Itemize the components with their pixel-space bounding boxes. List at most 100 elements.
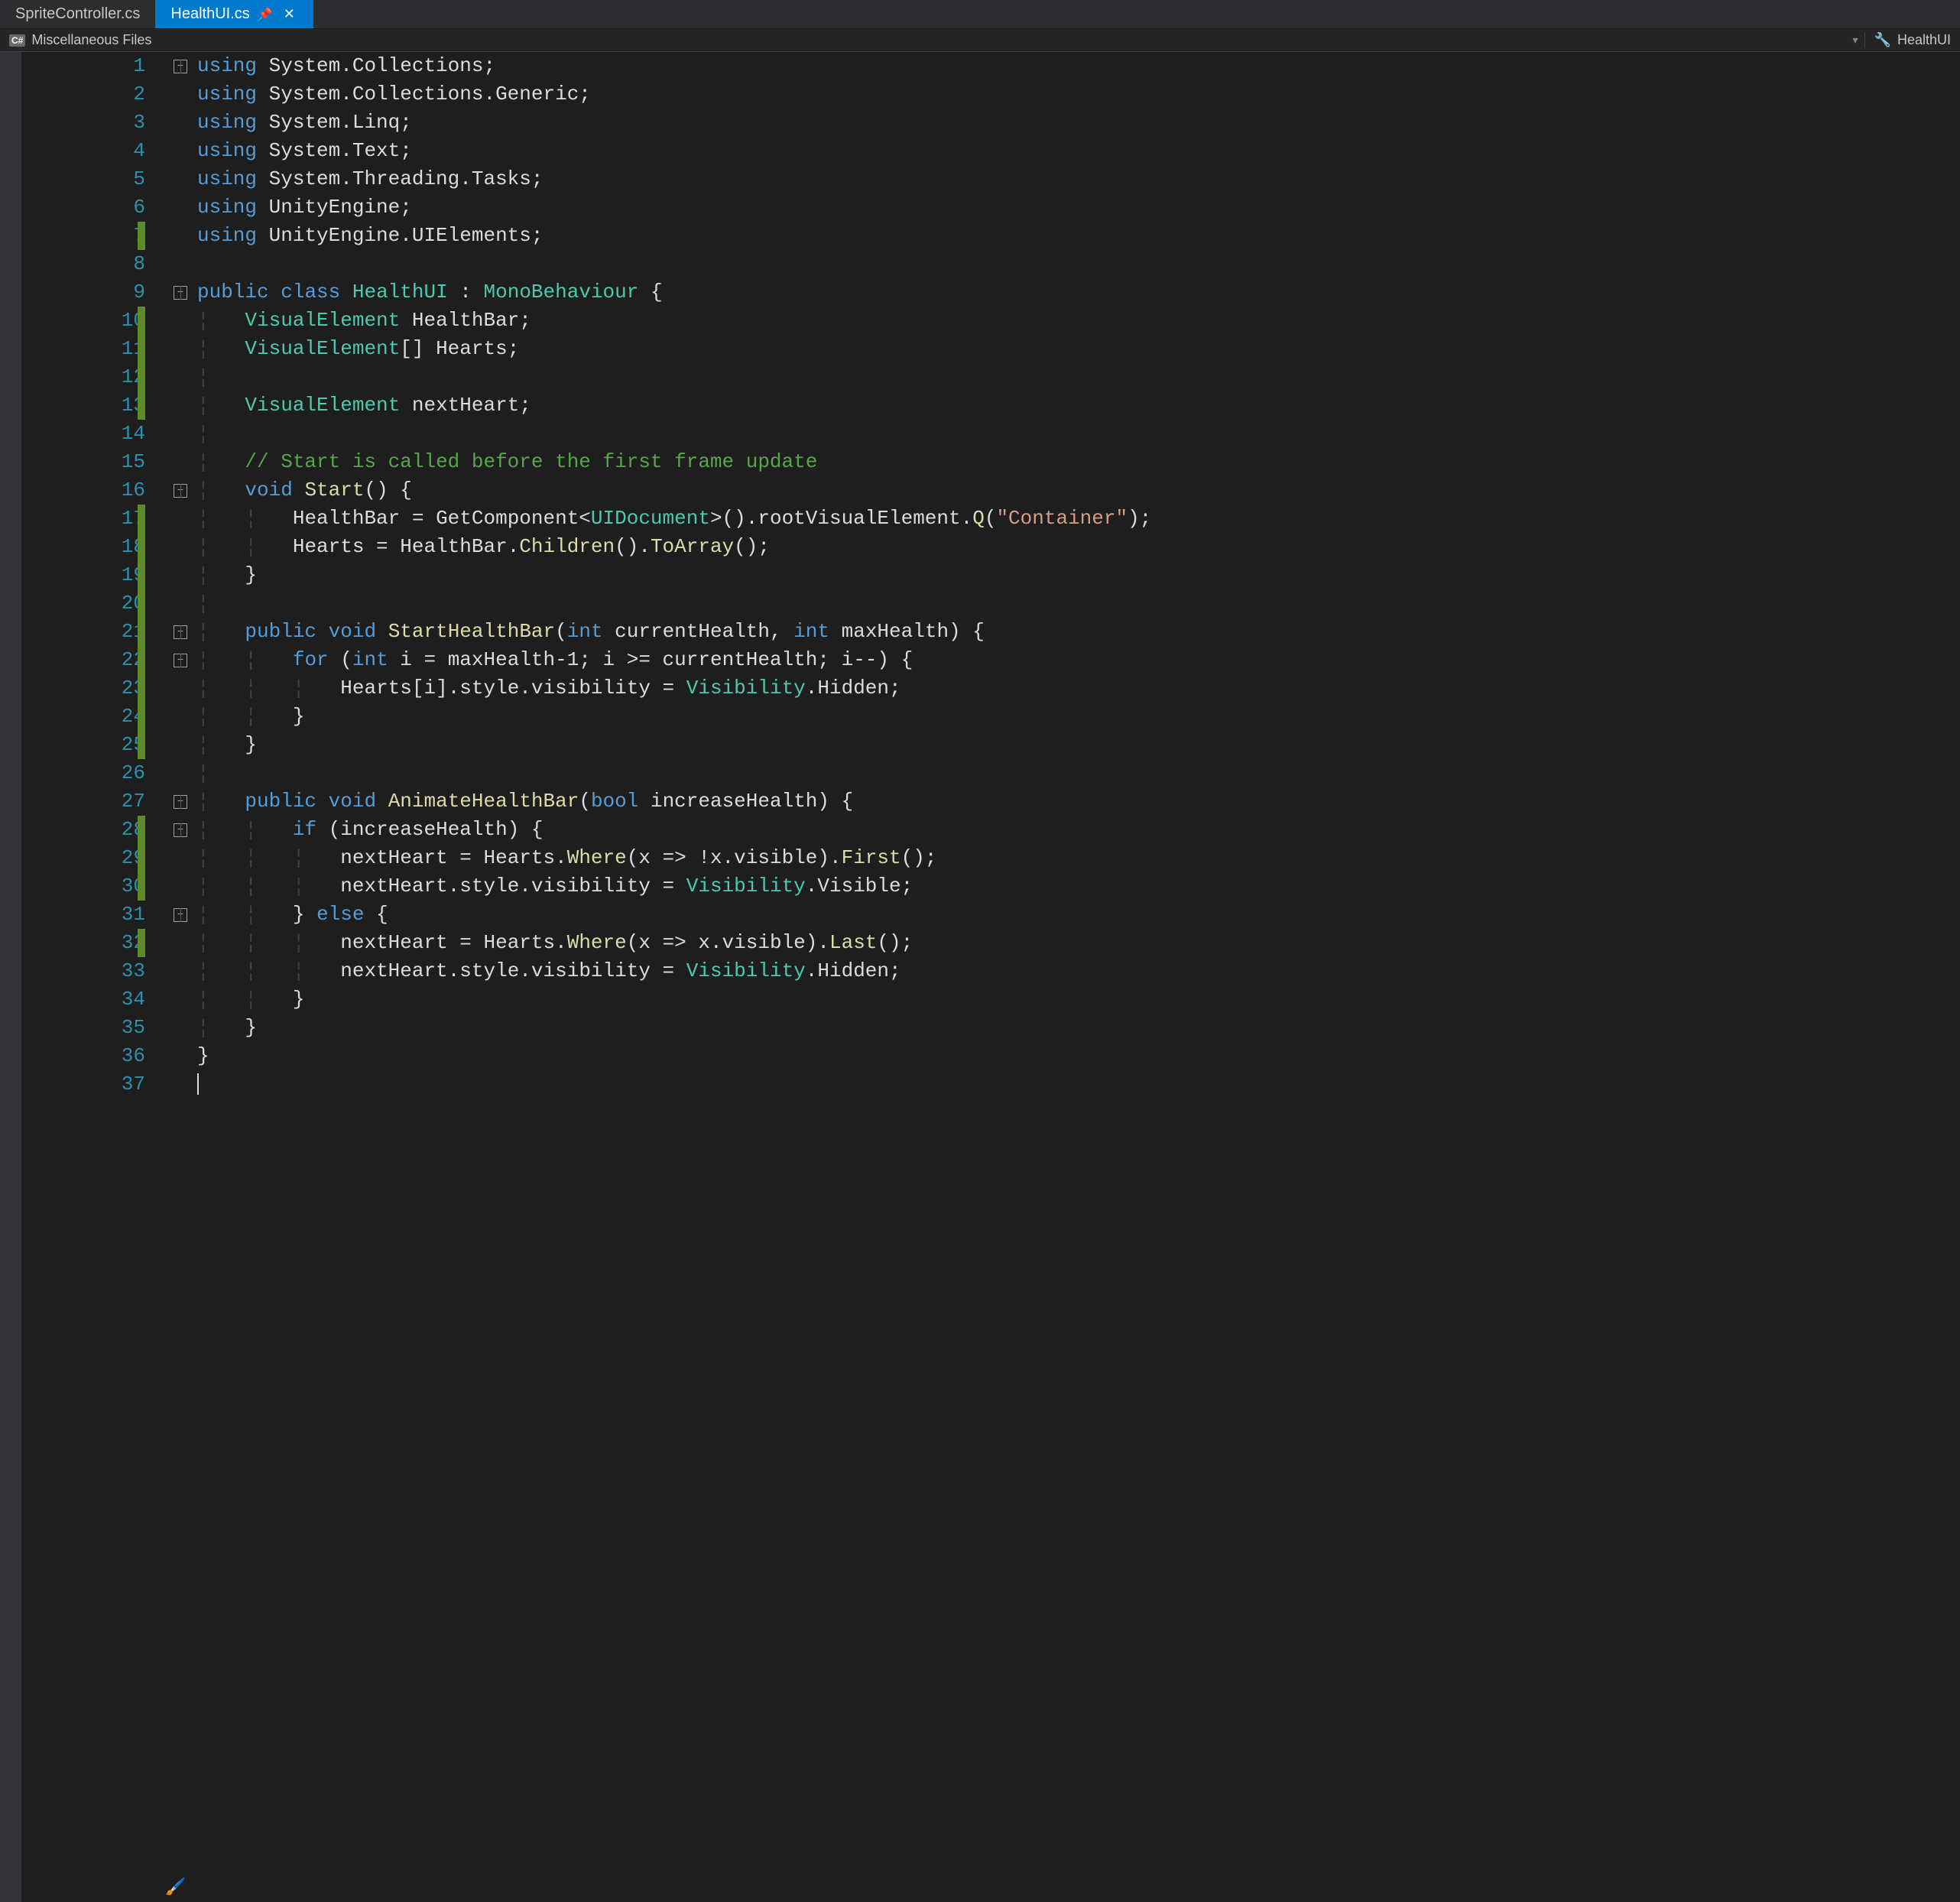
tab-bar: SpriteController.cs HealthUI.cs 📌 ✕ bbox=[0, 0, 1960, 29]
tab-label: SpriteController.cs bbox=[15, 5, 140, 23]
code-line[interactable]: ¦ bbox=[167, 420, 1960, 448]
code-text: ¦ ¦ } bbox=[194, 703, 304, 731]
code-line[interactable]: ¦ ¦ ¦ nextHeart = Hearts.Where(x => !x.v… bbox=[167, 844, 1960, 872]
code-line[interactable]: using System.Collections.Generic; bbox=[167, 80, 1960, 109]
code-text: ¦ VisualElement[] Hearts; bbox=[194, 335, 519, 363]
code-line[interactable]: ¦ ¦ HealthBar = GetComponent<UIDocument>… bbox=[167, 505, 1960, 533]
change-marker bbox=[138, 561, 145, 589]
code-text: ¦ VisualElement HealthBar; bbox=[194, 307, 531, 335]
code-text: ¦ ¦ if (increaseHealth) { bbox=[194, 816, 544, 844]
line-number: 34 bbox=[21, 985, 145, 1014]
code-text: ¦ ¦ } bbox=[194, 985, 304, 1014]
change-marker bbox=[138, 872, 145, 901]
code-line[interactable]: ¦ ¦ ¦ nextHeart = Hearts.Where(x => x.vi… bbox=[167, 929, 1960, 957]
lightbulb-icon[interactable]: 🖌️ bbox=[165, 1878, 186, 1897]
tab-health-ui[interactable]: HealthUI.cs 📌 ✕ bbox=[155, 0, 313, 28]
code-line[interactable]: ¦ ¦ ¦ Hearts[i].style.visibility = Visib… bbox=[167, 674, 1960, 703]
code-text: ¦ bbox=[194, 420, 209, 448]
code-line[interactable]: ¦ ¦ } bbox=[167, 703, 1960, 731]
code-line[interactable]: −¦ public void AnimateHealthBar(bool inc… bbox=[167, 787, 1960, 816]
code-text: ¦ ¦ } else { bbox=[194, 901, 388, 929]
line-number: 22 bbox=[21, 646, 145, 674]
code-line[interactable]: ¦ } bbox=[167, 1014, 1960, 1042]
line-number: 28 bbox=[21, 816, 145, 844]
code-line[interactable]: ¦ ¦ Hearts = HealthBar.Children().ToArra… bbox=[167, 533, 1960, 561]
code-text: ¦ VisualElement nextHeart; bbox=[194, 391, 531, 420]
code-line[interactable]: } bbox=[167, 1042, 1960, 1070]
chevron-down-icon: ▾ bbox=[1853, 34, 1858, 47]
margin-strip bbox=[0, 52, 21, 1902]
code-line[interactable]: ¦ // Start is called before the first fr… bbox=[167, 448, 1960, 476]
code-text: ¦ } bbox=[194, 731, 257, 759]
code-line[interactable]: using UnityEngine; bbox=[167, 193, 1960, 222]
change-marker bbox=[138, 589, 145, 618]
code-text: ¦ // Start is called before the first fr… bbox=[194, 448, 817, 476]
code-line[interactable]: ¦ } bbox=[167, 561, 1960, 589]
line-number: 31 bbox=[21, 901, 145, 929]
line-number: 32 bbox=[21, 929, 145, 957]
change-marker bbox=[138, 618, 145, 646]
line-number: 11 bbox=[21, 335, 145, 363]
code-line[interactable]: −using System.Collections; bbox=[167, 52, 1960, 80]
pin-icon[interactable]: 📌 bbox=[258, 7, 273, 22]
code-text: using System.Text; bbox=[194, 137, 412, 165]
code-line[interactable]: −¦ ¦ for (int i = maxHealth-1; i >= curr… bbox=[167, 646, 1960, 674]
code-text: public class HealthUI : MonoBehaviour { bbox=[194, 278, 663, 307]
code-line[interactable]: −public class HealthUI : MonoBehaviour { bbox=[167, 278, 1960, 307]
code-line[interactable]: ¦ } bbox=[167, 731, 1960, 759]
tab-sprite-controller[interactable]: SpriteController.cs bbox=[0, 0, 155, 28]
code-text: using System.Collections; bbox=[194, 52, 495, 80]
code-text: ¦ ¦ Hearts = HealthBar.Children().ToArra… bbox=[194, 533, 770, 561]
code-text: ¦ } bbox=[194, 1014, 257, 1042]
code-text: ¦ bbox=[194, 589, 209, 618]
line-number: 12 bbox=[21, 363, 145, 391]
code-line[interactable]: ¦ VisualElement HealthBar; bbox=[167, 307, 1960, 335]
code-area[interactable]: −using System.Collections;using System.C… bbox=[167, 52, 1960, 1902]
line-number: 16 bbox=[21, 476, 145, 505]
code-line[interactable]: using UnityEngine.UIElements; bbox=[167, 222, 1960, 250]
code-line[interactable]: ¦ VisualElement[] Hearts; bbox=[167, 335, 1960, 363]
code-line[interactable]: ¦ VisualElement nextHeart; bbox=[167, 391, 1960, 420]
line-number: 30 bbox=[21, 872, 145, 901]
code-line[interactable]: ¦ ¦ } bbox=[167, 985, 1960, 1014]
code-text: ¦ } bbox=[194, 561, 257, 589]
code-text: } bbox=[194, 1042, 209, 1070]
code-line[interactable]: using System.Text; bbox=[167, 137, 1960, 165]
change-marker bbox=[138, 222, 145, 250]
cs-file-icon: C# bbox=[9, 34, 25, 47]
code-text: using System.Threading.Tasks; bbox=[194, 165, 543, 193]
line-number: 23 bbox=[21, 674, 145, 703]
change-marker bbox=[138, 731, 145, 759]
code-text: ¦ ¦ ¦ nextHeart.style.visibility = Visib… bbox=[194, 957, 901, 985]
code-line[interactable]: −¦ void Start() { bbox=[167, 476, 1960, 505]
close-icon[interactable]: ✕ bbox=[281, 6, 298, 22]
line-number: 7 bbox=[21, 222, 145, 250]
code-line[interactable]: ¦ ¦ ¦ nextHeart.style.visibility = Visib… bbox=[167, 872, 1960, 901]
code-editor[interactable]: 1234567891011121314151617181920212223242… bbox=[0, 52, 1960, 1902]
code-line[interactable]: −¦ public void StartHealthBar(int curren… bbox=[167, 618, 1960, 646]
change-marker bbox=[138, 674, 145, 703]
line-number: 10 bbox=[21, 307, 145, 335]
code-line[interactable]: using System.Linq; bbox=[167, 109, 1960, 137]
code-text: ¦ void Start() { bbox=[194, 476, 412, 505]
code-line[interactable]: ¦ bbox=[167, 363, 1960, 391]
line-number: 26 bbox=[21, 759, 145, 787]
code-text bbox=[194, 1070, 199, 1099]
change-marker bbox=[138, 703, 145, 731]
context-dropdown-left[interactable]: C# Miscellaneous Files ▾ bbox=[0, 32, 1864, 48]
code-line[interactable]: −¦ ¦ } else { bbox=[167, 901, 1960, 929]
line-number: 27 bbox=[21, 787, 145, 816]
context-right-label: HealthUI bbox=[1897, 32, 1951, 48]
context-dropdown-right[interactable]: 🔧 HealthUI bbox=[1864, 32, 1960, 48]
code-text: ¦ ¦ HealthBar = GetComponent<UIDocument>… bbox=[194, 505, 1151, 533]
code-line[interactable]: ¦ bbox=[167, 589, 1960, 618]
change-marker bbox=[138, 307, 145, 335]
code-line[interactable] bbox=[167, 250, 1960, 278]
code-line[interactable]: ¦ ¦ ¦ nextHeart.style.visibility = Visib… bbox=[167, 957, 1960, 985]
code-line[interactable]: using System.Threading.Tasks; bbox=[167, 165, 1960, 193]
code-line[interactable]: −¦ ¦ if (increaseHealth) { bbox=[167, 816, 1960, 844]
change-marker bbox=[138, 816, 145, 844]
code-line[interactable]: ¦ bbox=[167, 759, 1960, 787]
code-line[interactable] bbox=[167, 1070, 1960, 1099]
code-text: ¦ ¦ ¦ Hearts[i].style.visibility = Visib… bbox=[194, 674, 901, 703]
